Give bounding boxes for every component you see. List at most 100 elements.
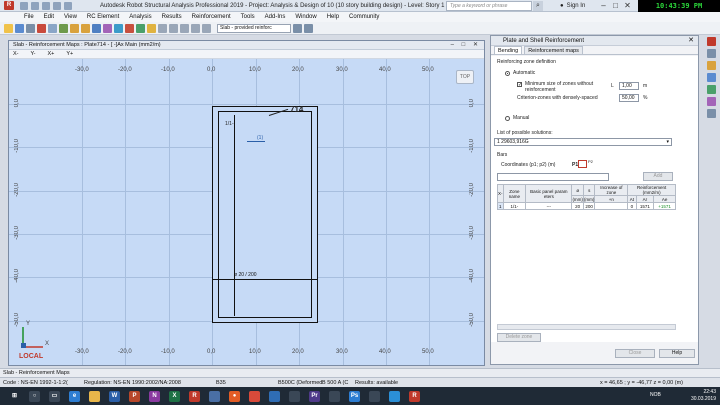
model-icon[interactable] xyxy=(114,23,123,33)
axis-tab-x-plus[interactable]: X+ xyxy=(48,50,55,58)
manual-radio[interactable] xyxy=(505,116,510,121)
maps-icon[interactable] xyxy=(706,97,716,106)
table-cell[interactable] xyxy=(594,202,629,210)
settings-icon[interactable] xyxy=(706,109,716,118)
table-row[interactable]: 1 1/1- --- 20 200 0 1571 +1571 xyxy=(497,202,676,210)
task-view-icon[interactable]: ▭ xyxy=(49,390,60,402)
app-icon-4[interactable] xyxy=(329,390,340,402)
menu-add-ins[interactable]: Add-Ins xyxy=(265,14,286,20)
redo-icon[interactable] xyxy=(81,23,90,33)
table-horizontal-scrollbar[interactable] xyxy=(497,324,676,330)
solutions-dropdown[interactable]: 1 29603,916G xyxy=(494,138,672,146)
chrome-icon[interactable]: ● xyxy=(229,390,240,402)
maximize-button[interactable]: □ xyxy=(610,0,621,12)
menu-file[interactable]: File xyxy=(24,14,34,20)
pan-icon[interactable] xyxy=(202,23,211,33)
revit-icon[interactable]: R xyxy=(409,390,420,402)
min-size-checkbox[interactable]: ✓ xyxy=(517,82,522,88)
menu-results[interactable]: Results xyxy=(162,14,182,20)
menu-community[interactable]: Community xyxy=(349,14,379,20)
save-icon[interactable] xyxy=(42,1,50,10)
app-icon-6[interactable] xyxy=(389,390,400,402)
coordinates-input[interactable] xyxy=(497,173,609,181)
results-icon[interactable] xyxy=(103,23,112,33)
loads-icon[interactable] xyxy=(706,85,716,94)
properties-icon[interactable] xyxy=(706,61,716,70)
help-button[interactable]: Help xyxy=(659,349,695,358)
table-cell[interactable]: 1/1- xyxy=(502,202,527,210)
table-cell[interactable]: +1571 xyxy=(653,202,676,210)
axis-tab-y-plus[interactable]: Y+ xyxy=(66,50,73,58)
excel-icon[interactable]: X xyxy=(169,390,180,402)
robot-icon[interactable]: R xyxy=(189,390,200,402)
word-icon[interactable]: W xyxy=(109,390,120,402)
view-cube-top-button[interactable]: TOP xyxy=(456,70,474,84)
zoom-in-icon[interactable] xyxy=(180,23,189,33)
minimize-button[interactable]: – xyxy=(598,0,609,12)
tab-reinforcement-maps[interactable]: Reinforcement maps xyxy=(524,46,583,54)
criterion-value-input[interactable]: 50,00 xyxy=(619,94,639,102)
menu-analysis[interactable]: Analysis xyxy=(129,14,151,20)
section-icon[interactable] xyxy=(136,23,145,33)
search-icon[interactable]: ⌕ xyxy=(533,1,543,11)
table-icon[interactable] xyxy=(706,73,716,82)
delete-zone-button[interactable]: Delete zone xyxy=(497,333,541,342)
zoom-window-icon[interactable] xyxy=(158,23,167,33)
calculate-icon[interactable] xyxy=(92,23,101,33)
automatic-radio[interactable] xyxy=(505,71,510,76)
menu-rc-element[interactable]: RC Element xyxy=(87,14,119,20)
robot-app-icon[interactable]: R xyxy=(4,1,14,10)
app-icon[interactable] xyxy=(209,390,220,402)
photoshop-icon[interactable]: Ps xyxy=(349,390,360,402)
layout-selector[interactable]: Slab - provided reinforc xyxy=(217,23,291,33)
search-icon[interactable]: ○ xyxy=(29,390,40,402)
search-input[interactable]: Type a keyword or phrase xyxy=(446,1,532,11)
axis-tab-x-minus[interactable]: X- xyxy=(13,50,19,58)
display-icon[interactable] xyxy=(147,23,156,33)
table-cell[interactable]: 200 xyxy=(582,202,596,210)
save-icon[interactable] xyxy=(15,23,24,33)
menu-view[interactable]: View xyxy=(64,14,77,20)
undo-icon[interactable] xyxy=(70,23,79,33)
drawing-canvas[interactable]: -30,0 -20,0 -10,0 0,0 10,0 20,0 30,0 40,… xyxy=(9,59,484,365)
layout-prev-icon[interactable] xyxy=(293,23,302,33)
dialog-close-icon[interactable]: ✕ xyxy=(688,36,694,46)
menu-reinforcement[interactable]: Reinforcement xyxy=(192,14,231,20)
table-cell[interactable]: 1571 xyxy=(635,202,655,210)
paste-icon[interactable] xyxy=(59,23,68,33)
rc-design-icon[interactable] xyxy=(125,23,134,33)
table-cell[interactable]: 20 xyxy=(571,202,584,210)
app-icon-5[interactable] xyxy=(369,390,380,402)
file-explorer-icon[interactable] xyxy=(89,390,100,402)
view-window-controls[interactable]: – □ ✕ xyxy=(451,41,481,50)
app-icon-2[interactable] xyxy=(269,390,280,402)
p1-pick-icon[interactable] xyxy=(578,160,587,168)
menu-tools[interactable]: Tools xyxy=(241,14,255,20)
copy-icon[interactable] xyxy=(48,23,57,33)
open-icon[interactable] xyxy=(31,1,39,10)
l-value-input[interactable]: 1,00 xyxy=(619,82,639,90)
menu-window[interactable]: Window xyxy=(295,14,316,20)
new-icon[interactable] xyxy=(20,1,28,10)
cut-icon[interactable] xyxy=(37,23,46,33)
tab-bending[interactable]: Bending xyxy=(494,46,523,54)
layers-icon[interactable] xyxy=(706,49,716,58)
windows-start-icon[interactable]: ⊞ xyxy=(9,390,20,402)
open-folder-icon[interactable] xyxy=(4,23,13,33)
sign-in-button[interactable]: ● Sign In xyxy=(560,1,585,11)
acrobat-icon[interactable] xyxy=(249,390,260,402)
table-cell[interactable]: 0 xyxy=(627,202,637,210)
add-button[interactable]: Add xyxy=(643,172,673,181)
print-icon[interactable] xyxy=(53,1,61,10)
system-clock[interactable]: 22:43 30.03.2019 xyxy=(691,389,716,403)
menu-edit[interactable]: Edit xyxy=(44,14,54,20)
close-button[interactable]: Close xyxy=(615,349,655,358)
zoom-out-icon[interactable] xyxy=(191,23,200,33)
undo-icon[interactable] xyxy=(64,1,72,10)
onenote-icon[interactable]: N xyxy=(149,390,160,402)
axis-tab-y-minus[interactable]: Y- xyxy=(31,50,36,58)
powerpoint-icon[interactable]: P xyxy=(129,390,140,402)
premiere-icon[interactable]: Pr xyxy=(309,390,320,402)
table-cell[interactable]: --- xyxy=(525,202,573,210)
rc-tool-icon[interactable] xyxy=(706,37,716,46)
